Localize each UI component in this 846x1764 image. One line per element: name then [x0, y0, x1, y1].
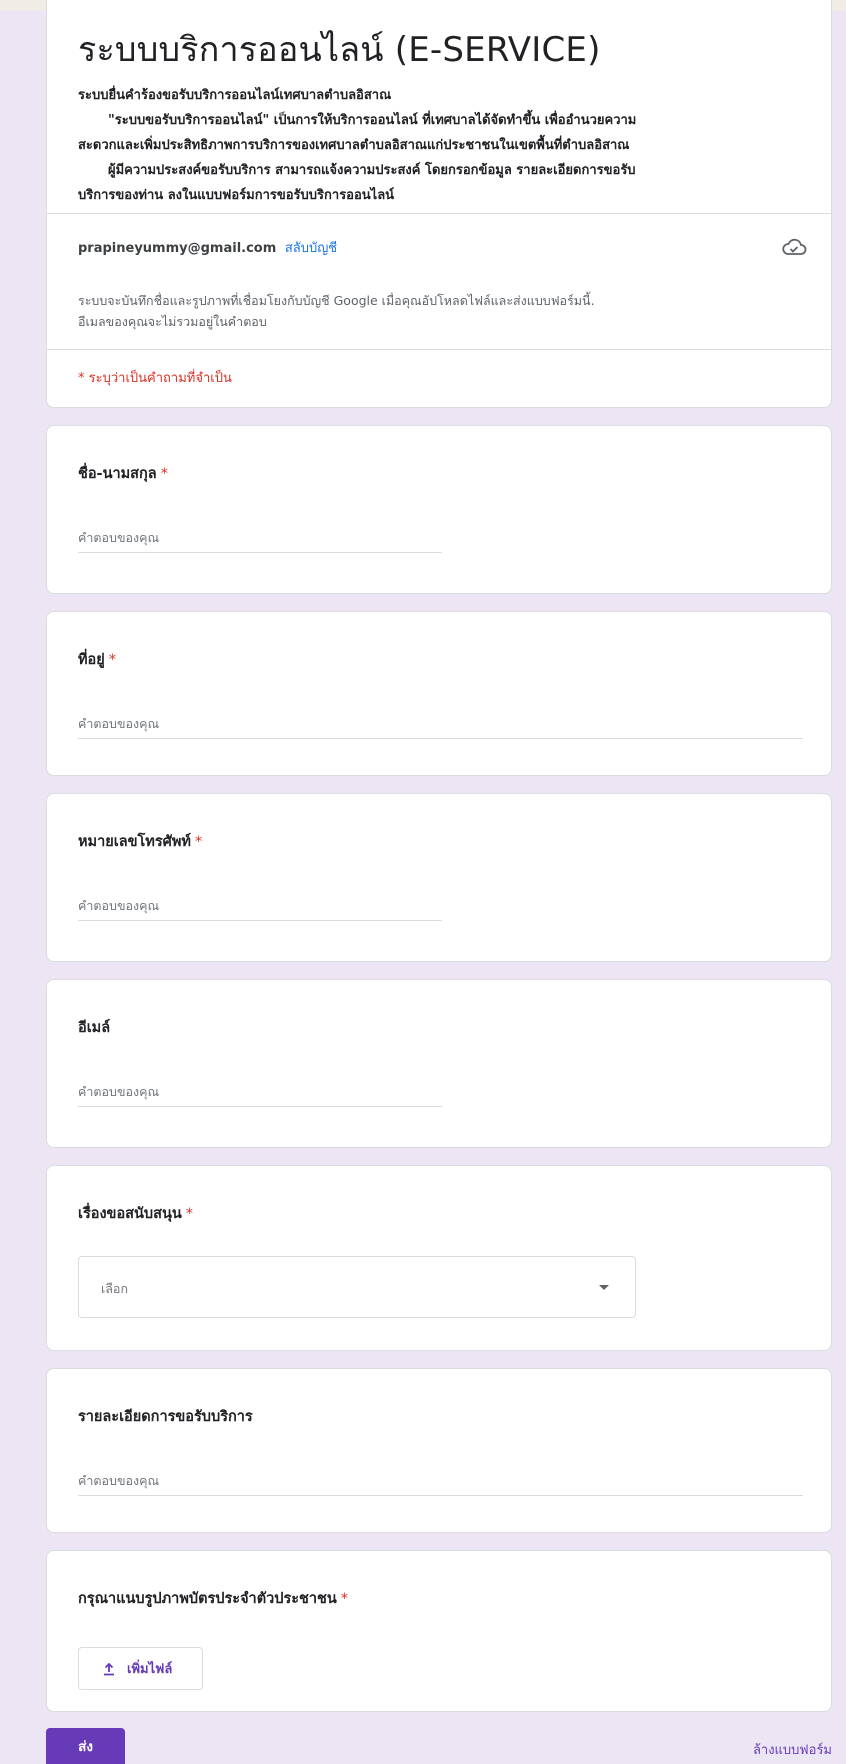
- required-asterisk: *: [194, 834, 203, 850]
- divider: [47, 349, 831, 350]
- form-description: ระบบยื่นคำร้องขอรับบริการออนไลน์เทศบาลตำ…: [78, 83, 818, 208]
- account-row: prapineyummy@gmail.com สลับบัญชี: [78, 237, 337, 258]
- question-label: หมายเลขโทรศัพท์: [78, 834, 191, 850]
- required-note: * ระบุว่าเป็นคำถามที่จำเป็น: [78, 371, 232, 386]
- switch-account-link[interactable]: สลับบัญชี: [285, 241, 337, 256]
- description-line: ระบบยื่นคำร้องขอรับบริการออนไลน์เทศบาลตำ…: [78, 88, 392, 103]
- question-card-name: ชื่อ-นามสกุล *: [46, 425, 832, 594]
- notice-line: อีเมลของคุณจะไม่รวมอยู่ในคำตอบ: [78, 314, 267, 329]
- submit-button[interactable]: ส่ง: [46, 1728, 125, 1764]
- dropdown-selected-value: เลือก: [101, 1281, 129, 1296]
- upload-icon: [104, 1662, 114, 1675]
- required-asterisk: *: [160, 466, 168, 482]
- question-label: เรื่องขอสนับสนุน: [78, 1206, 182, 1222]
- description-line: สะดวกและเพิ่มประสิทธิภาพการบริการของเทศบ…: [78, 138, 630, 153]
- cloud-save-icon: [782, 238, 807, 255]
- caret-down-icon: [599, 1285, 609, 1290]
- question-card-address: ที่อยู่ *: [46, 611, 832, 776]
- divider: [47, 213, 831, 214]
- address-input[interactable]: [78, 712, 803, 739]
- email-input[interactable]: [78, 1080, 442, 1107]
- required-asterisk: *: [185, 1206, 194, 1222]
- question-label: ชื่อ-นามสกุล: [78, 466, 157, 482]
- question-title: กรุณาแนบรูปภาพบัตรประจำตัวประชาชน *: [78, 1587, 348, 1610]
- question-card-support-topic: เรื่องขอสนับสนุน * เลือก: [46, 1165, 832, 1351]
- details-input[interactable]: [78, 1469, 803, 1496]
- question-label: อีเมล์: [78, 1020, 111, 1036]
- phone-input[interactable]: [78, 894, 442, 921]
- notice-line: ระบบจะบันทึกชื่อและรูปภาพที่เชื่อมโยงกับ…: [78, 293, 595, 308]
- question-label: กรุณาแนบรูปภาพบัตรประจำตัวประชาชน: [78, 1591, 337, 1607]
- question-label: รายละเอียดการขอรับบริการ: [78, 1409, 253, 1425]
- question-title: หมายเลขโทรศัพท์ *: [78, 830, 202, 853]
- question-title: ที่อยู่ *: [78, 648, 116, 671]
- name-input[interactable]: [78, 526, 442, 553]
- question-card-details: รายละเอียดการขอรับบริการ: [46, 1368, 832, 1533]
- form-title: ระบบบริการออนไลน์ (E-SERVICE): [78, 30, 601, 70]
- question-title: เรื่องขอสนับสนุน *: [78, 1202, 193, 1225]
- question-card-id-upload: กรุณาแนบรูปภาพบัตรประจำตัวประชาชน * เพิ่ม…: [46, 1550, 832, 1712]
- form-header-card: ระบบบริการออนไลน์ (E-SERVICE) ระบบยื่นคำ…: [46, 0, 832, 408]
- question-title: อีเมล์: [78, 1016, 110, 1039]
- description-line: ผู้มีความประสงค์ขอรับบริการ สามารถแจ้งคว…: [108, 163, 636, 178]
- privacy-notice: ระบบจะบันทึกชื่อและรูปภาพที่เชื่อมโยงกับ…: [78, 290, 808, 332]
- question-title: รายละเอียดการขอรับบริการ: [78, 1405, 253, 1428]
- question-title: ชื่อ-นามสกุล *: [78, 462, 168, 485]
- add-file-button[interactable]: เพิ่มไฟล์: [78, 1647, 203, 1690]
- question-card-phone: หมายเลขโทรศัพท์ *: [46, 793, 832, 962]
- clear-form-link[interactable]: ล้างแบบฟอร์ม: [753, 1739, 832, 1760]
- add-file-label: เพิ่มไฟล์: [127, 1662, 173, 1677]
- question-label: ที่อยู่: [78, 652, 105, 668]
- support-topic-dropdown[interactable]: เลือก: [78, 1256, 636, 1318]
- account-email: prapineyummy@gmail.com: [78, 241, 277, 256]
- required-asterisk: *: [340, 1591, 349, 1607]
- description-line: บริการของท่าน ลงในแบบฟอร์มการขอรับบริการ…: [78, 188, 395, 203]
- question-card-email: อีเมล์: [46, 979, 832, 1148]
- required-asterisk: *: [108, 652, 117, 668]
- description-line: "ระบบขอรับบริการออนไลน์" เป็นการให้บริกา…: [108, 113, 637, 128]
